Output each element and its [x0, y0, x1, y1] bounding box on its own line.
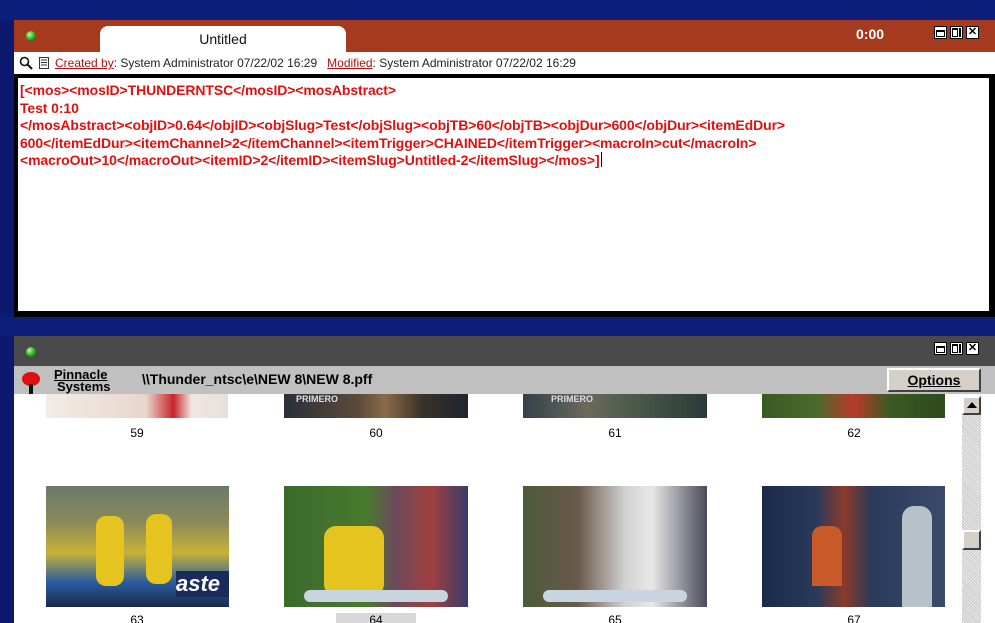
maximize-icon[interactable] — [950, 26, 963, 39]
clip-thumbnail[interactable] — [46, 394, 228, 418]
clip-number: 60 — [369, 426, 383, 440]
browser-toolbar: Pinnacle Systems \\Thunder_ntsc\e\NEW 8\… — [14, 366, 995, 394]
editor-line: <macroOut>10</macroOut><itemID>2</itemID… — [20, 152, 600, 168]
clip-thumbnail[interactable]: aste — [46, 486, 229, 607]
document-icon[interactable] — [39, 57, 49, 69]
close-icon[interactable]: ✕ — [966, 342, 979, 355]
modified-link[interactable]: Modified — [327, 56, 372, 70]
pinnacle-logo-icon — [22, 372, 44, 394]
close-icon[interactable]: ✕ — [966, 26, 979, 39]
timecode: 0:00 — [856, 26, 885, 42]
minimize-icon[interactable] — [934, 342, 947, 355]
editor-line: 600</itemEdDur><itemChannel>2</itemChann… — [20, 134, 757, 151]
created-by-value: : System Administrator 07/22/02 16:29 — [113, 56, 318, 70]
desktop-background-top — [0, 0, 995, 20]
mos-text-editor[interactable]: [<mos><mosID>THUNDERNTSC</mosID><mosAbst… — [18, 78, 989, 311]
clip-thumbnail[interactable]: PRIMERO — [523, 394, 707, 418]
clip-thumbnail[interactable]: PRIMERO — [284, 394, 468, 418]
clip-thumbnail[interactable] — [762, 394, 945, 418]
status-led-icon — [26, 347, 36, 357]
desktop-background-middle — [0, 317, 995, 336]
editor-line: Test 0:10 — [20, 99, 79, 116]
editor-title-bar[interactable]: Untitled 0:00 ✕ — [14, 20, 995, 52]
brand-name: Pinnacle Systems — [54, 368, 111, 394]
scroll-thumb[interactable] — [962, 530, 981, 550]
status-led-icon — [26, 31, 36, 41]
created-by-link[interactable]: Created by — [55, 56, 114, 70]
scroll-up-button[interactable] — [962, 396, 981, 415]
vertical-scrollbar[interactable] — [962, 396, 981, 623]
clip-browser-window: ✕ Pinnacle Systems \\Thunder_ntsc\e\NEW … — [14, 336, 995, 623]
clip-thumbnail[interactable] — [284, 486, 468, 607]
clip-thumbnail[interactable] — [762, 486, 945, 607]
search-icon[interactable] — [19, 56, 33, 70]
browser-title-bar[interactable]: ✕ — [14, 336, 995, 366]
clip-number: 61 — [608, 426, 622, 440]
arrow-up-icon — [966, 402, 977, 408]
clip-thumbnail[interactable] — [523, 486, 707, 607]
mos-editor-window: Untitled 0:00 ✕ Created by: System Admin… — [14, 20, 995, 317]
clip-grid: 59 PRIMERO 60 PRIMERO 61 62 aste 63 64 6… — [14, 394, 961, 623]
editor-line: </mosAbstract><objID>0.64</objID><objSlu… — [20, 117, 786, 133]
clip-number: 62 — [847, 426, 861, 440]
options-label: Options — [907, 372, 961, 388]
clip-number: 67 — [847, 613, 861, 623]
clip-number-selected: 64 — [336, 613, 416, 623]
editor-line-last: <macroOut>10</macroOut><itemID>2</itemID… — [20, 152, 987, 170]
text-caret — [600, 152, 602, 167]
file-path: \\Thunder_ntsc\e\NEW 8\NEW 8.pff — [128, 368, 896, 390]
minimize-icon[interactable] — [934, 26, 947, 39]
document-info-bar: Created by: System Administrator 07/22/0… — [14, 52, 995, 74]
clip-number: 63 — [130, 613, 144, 623]
modified-value: : System Administrator 07/22/02 16:29 — [372, 56, 576, 70]
tab-untitled[interactable]: Untitled — [100, 26, 346, 52]
clip-number: 59 — [130, 426, 144, 440]
clip-number: 65 — [608, 613, 622, 623]
options-button[interactable]: Options — [887, 368, 981, 392]
maximize-icon[interactable] — [950, 342, 963, 355]
editor-line: [<mos><mosID>THUNDERNTSC</mosID><mosAbst… — [20, 82, 396, 98]
brand-line-2: Systems — [57, 379, 111, 394]
